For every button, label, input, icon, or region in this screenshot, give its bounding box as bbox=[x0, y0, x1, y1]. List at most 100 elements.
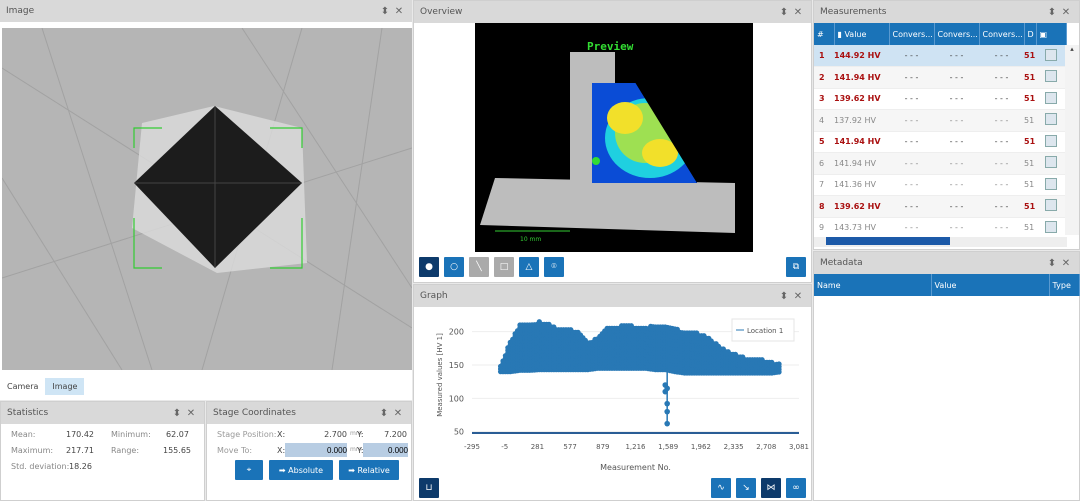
triangle-tool[interactable]: △ bbox=[519, 257, 539, 277]
col-index[interactable]: # bbox=[814, 23, 835, 45]
table-row[interactable]: 5 141.94 HV - - - - - - - - - 51 bbox=[814, 131, 1066, 153]
relative-label: Relative bbox=[357, 465, 390, 475]
line-tool[interactable]: ╲ bbox=[469, 257, 489, 277]
table-row[interactable]: 3 139.62 HV - - - - - - - - - 51 bbox=[814, 88, 1066, 110]
pin-icon[interactable]: ⬍ bbox=[377, 408, 391, 419]
image-icon[interactable] bbox=[1045, 156, 1057, 169]
col-value[interactable]: Value bbox=[931, 274, 1050, 296]
image-icon[interactable] bbox=[1045, 70, 1057, 83]
table-row[interactable]: 7 141.36 HV - - - - - - - - - 51 bbox=[814, 174, 1066, 196]
pin-icon[interactable]: ⬍ bbox=[777, 291, 791, 302]
col-image-icon[interactable]: ▣ bbox=[1036, 23, 1067, 45]
image-icon[interactable] bbox=[1045, 48, 1057, 61]
row-index: 9 bbox=[814, 217, 834, 239]
vertical-scrollbar[interactable]: ▴ bbox=[1065, 45, 1079, 235]
scrollbar-thumb[interactable] bbox=[826, 237, 950, 245]
close-icon[interactable]: ✕ bbox=[184, 408, 198, 419]
table-row[interactable]: 2 141.94 HV - - - - - - - - - 51 bbox=[814, 66, 1066, 89]
table-row[interactable]: 9 143.73 HV - - - - - - - - - 51 bbox=[814, 217, 1066, 239]
close-icon[interactable]: ✕ bbox=[791, 7, 805, 18]
pin-icon[interactable]: ⬍ bbox=[777, 7, 791, 18]
image-icon[interactable] bbox=[1045, 199, 1057, 212]
row-conversion-2: - - - bbox=[934, 131, 979, 153]
range-label: Range: bbox=[111, 446, 140, 455]
pin-icon[interactable]: ⬍ bbox=[378, 6, 392, 17]
table-row[interactable]: 6 141.94 HV - - - - - - - - - 51 bbox=[814, 152, 1066, 175]
circle-filled-tool[interactable]: ● bbox=[419, 257, 439, 277]
col-conversion-3[interactable]: Convers... bbox=[979, 23, 1025, 45]
measurements-panel: Measurements ⬍ ✕ # ▮ Value Convers... Conv… bbox=[813, 0, 1080, 250]
x-label: X: bbox=[277, 446, 286, 455]
link-button[interactable]: ∞ bbox=[786, 478, 806, 498]
close-icon[interactable]: ✕ bbox=[1059, 258, 1073, 269]
scale-bar-label: 10 mm bbox=[520, 236, 541, 243]
row-conversion-1: - - - bbox=[889, 152, 934, 175]
col-d[interactable]: D bbox=[1024, 23, 1037, 45]
trend-chart-button[interactable]: ↘ bbox=[736, 478, 756, 498]
row-conversion-3: - - - bbox=[979, 152, 1024, 175]
tab-image[interactable]: Image bbox=[45, 378, 85, 395]
square-tool[interactable]: □ bbox=[494, 257, 514, 277]
maximum-value: 217.71 bbox=[66, 446, 94, 455]
chart-settings-button[interactable]: ⊔ bbox=[419, 478, 439, 498]
col-value[interactable]: ▮ Value bbox=[834, 23, 890, 45]
measurements-table: # ▮ Value Convers... Convers... Convers.… bbox=[814, 23, 1067, 239]
close-icon[interactable]: ✕ bbox=[392, 6, 406, 17]
move-x-input[interactable] bbox=[285, 443, 347, 457]
row-conversion-2: - - - bbox=[934, 152, 979, 175]
pin-icon[interactable]: ⬍ bbox=[1045, 7, 1059, 18]
table-row[interactable]: 4 137.92 HV - - - - - - - - - 51 bbox=[814, 109, 1066, 132]
row-d: 51 bbox=[1024, 109, 1036, 132]
row-conversion-2: - - - bbox=[934, 195, 979, 218]
panel-title: Measurements bbox=[820, 7, 887, 17]
locate-button[interactable]: ⌖ bbox=[235, 460, 263, 480]
stage-y-value: 7.200 bbox=[384, 430, 407, 439]
row-index: 7 bbox=[814, 174, 834, 196]
x-tick-label: -5 bbox=[501, 443, 508, 451]
y-axis-label: Measured values [HV 1] bbox=[436, 333, 444, 417]
col-conversion-1[interactable]: Convers... bbox=[889, 23, 935, 45]
camera-tool[interactable]: ⌾ bbox=[544, 257, 564, 277]
scatter-chart-button[interactable]: ⋈ bbox=[761, 478, 781, 498]
fit-view-button[interactable]: ⧉ bbox=[786, 257, 806, 277]
x-tick-label: 281 bbox=[531, 443, 544, 451]
circle-tool[interactable]: ○ bbox=[444, 257, 464, 277]
col-name[interactable]: Name bbox=[814, 274, 932, 296]
row-value: 139.62 HV bbox=[834, 195, 889, 218]
image-icon[interactable] bbox=[1045, 91, 1057, 104]
relative-button[interactable]: ➡ Relative bbox=[339, 460, 399, 480]
col-type[interactable]: Type bbox=[1049, 274, 1080, 296]
table-row[interactable]: 8 139.62 HV - - - - - - - - - 51 bbox=[814, 195, 1066, 218]
y-tick-label: 200 bbox=[449, 328, 464, 337]
image-icon[interactable] bbox=[1045, 113, 1057, 126]
absolute-label: Absolute bbox=[288, 465, 324, 475]
row-value: 141.94 HV bbox=[834, 152, 889, 175]
image-panel: Image ⬍ ✕ Camera Image bbox=[0, 0, 412, 400]
pin-icon[interactable]: ⬍ bbox=[1045, 258, 1059, 269]
row-conversion-2: - - - bbox=[934, 66, 979, 89]
pin-icon[interactable]: ⬍ bbox=[170, 408, 184, 419]
close-icon[interactable]: ✕ bbox=[391, 408, 405, 419]
image-icon[interactable] bbox=[1045, 177, 1057, 190]
image-icon[interactable] bbox=[1045, 134, 1057, 147]
line-chart-button[interactable]: ∿ bbox=[711, 478, 731, 498]
statistics-header: Statistics ⬍ ✕ bbox=[1, 402, 204, 424]
horizontal-scrollbar[interactable] bbox=[814, 237, 1067, 247]
close-icon[interactable]: ✕ bbox=[791, 291, 805, 302]
row-d: 51 bbox=[1024, 88, 1036, 110]
col-conversion-2[interactable]: Convers... bbox=[934, 23, 980, 45]
x-axis-label: Measurement No. bbox=[600, 463, 671, 472]
overview-toolbar: ● ○ ╲ □ △ ⌾ bbox=[419, 257, 564, 277]
move-y-input[interactable] bbox=[363, 443, 408, 457]
image-icon[interactable] bbox=[1045, 220, 1057, 233]
row-index: 2 bbox=[814, 66, 834, 89]
row-d: 51 bbox=[1024, 195, 1036, 218]
absolute-button[interactable]: ➡ Absolute bbox=[269, 460, 333, 480]
tab-camera[interactable]: Camera bbox=[0, 378, 45, 395]
row-value: 143.73 HV bbox=[834, 217, 889, 239]
table-row[interactable]: 1 144.92 HV - - - - - - - - - 51 bbox=[814, 45, 1066, 67]
graph-panel: Graph ⬍ ✕ 50 100 150 200 -295 -5 281 577 879 1,216 1… bbox=[413, 284, 812, 501]
row-conversion-1: - - - bbox=[889, 174, 934, 196]
close-icon[interactable]: ✕ bbox=[1059, 7, 1073, 18]
graph-toolbar: ∿ ↘ ⋈ ∞ bbox=[711, 478, 806, 498]
